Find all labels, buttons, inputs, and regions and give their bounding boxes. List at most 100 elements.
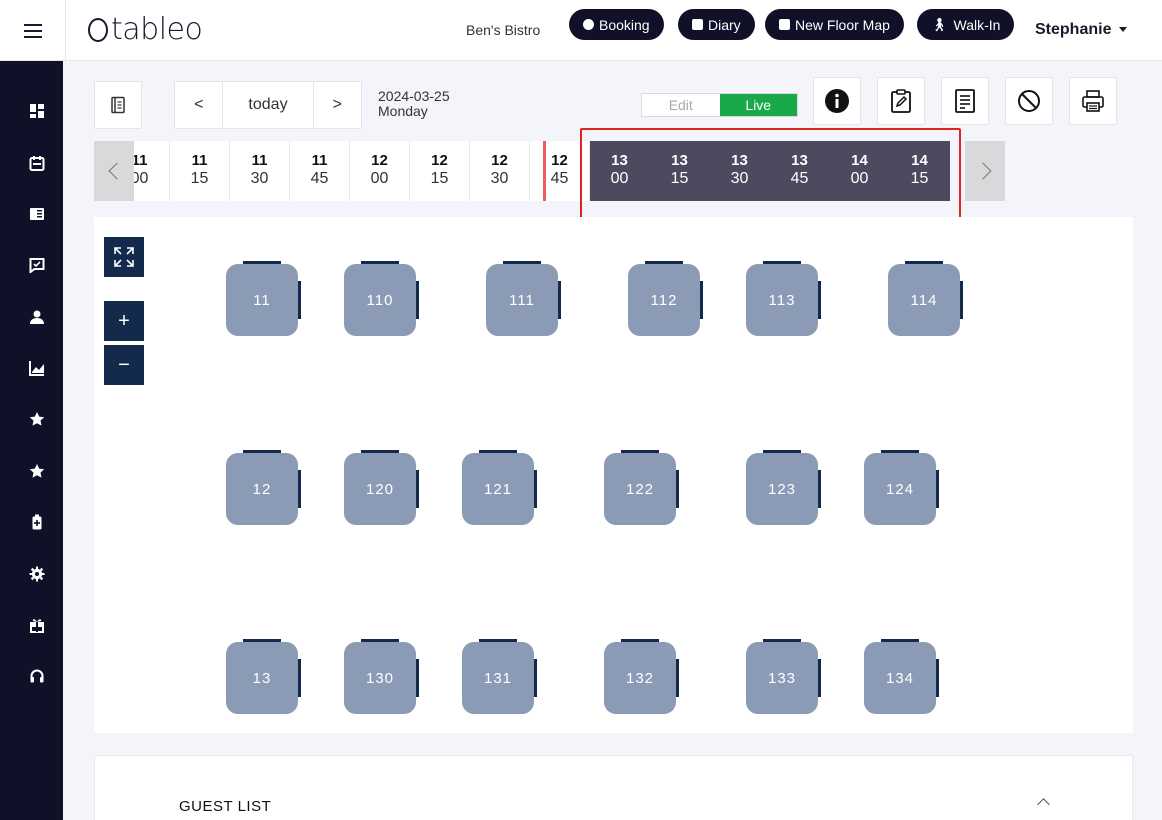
table[interactable]: 112	[628, 261, 703, 336]
table[interactable]: 132	[604, 639, 679, 714]
table-number: 130	[344, 642, 416, 714]
fullscreen-button[interactable]	[104, 237, 144, 277]
time-slot[interactable]: 11 15	[170, 141, 230, 201]
table[interactable]: 133	[746, 639, 821, 714]
time-slot-selected[interactable]: 13 30	[710, 141, 770, 201]
table-number: 12	[226, 453, 298, 525]
time-slot-selected[interactable]: 14 00	[830, 141, 890, 201]
dashboard-icon[interactable]	[29, 103, 45, 119]
table-number: 110	[344, 264, 416, 336]
battery-icon[interactable]	[29, 514, 45, 530]
gift-icon[interactable]	[29, 617, 45, 633]
chat-check-icon[interactable]	[29, 257, 45, 273]
booking-button-label: Booking	[599, 16, 650, 33]
star-icon[interactable]	[29, 411, 45, 427]
table[interactable]: 124	[864, 450, 939, 525]
walk-in-button-label: Walk-In	[953, 16, 1001, 33]
calendar-icon[interactable]	[29, 155, 45, 171]
timeline-next-button[interactable]	[965, 141, 1005, 201]
print-button[interactable]	[1069, 77, 1117, 125]
chevron-left-icon	[108, 162, 125, 180]
diary-button[interactable]: Diary	[678, 9, 755, 40]
notebook-button[interactable]	[94, 81, 142, 129]
zoom-in-button[interactable]: +	[104, 301, 144, 341]
table-number: 13	[226, 642, 298, 714]
minus-icon: −	[118, 353, 130, 376]
info-button[interactable]	[813, 77, 861, 125]
table[interactable]: 113	[746, 261, 821, 336]
top-bar: tableo Ben's Bistro Booking Diary New Fl…	[0, 0, 1162, 61]
user-menu[interactable]: Stephanie	[1035, 21, 1128, 39]
user-name: Stephanie	[1035, 21, 1112, 38]
logo-text: tableo	[111, 12, 203, 47]
table-number: 123	[746, 453, 818, 525]
time-slot-selected[interactable]: 13 45	[770, 141, 830, 201]
table[interactable]: 111	[486, 261, 561, 336]
time-slot[interactable]: 11 45	[290, 141, 350, 201]
table[interactable]: 110	[344, 261, 419, 336]
person-icon[interactable]	[29, 309, 45, 325]
table-number: 121	[462, 453, 534, 525]
today-button[interactable]: today	[222, 82, 314, 128]
clipboard-button[interactable]	[877, 77, 925, 125]
weekday-value: Monday	[378, 103, 428, 119]
table[interactable]: 121	[462, 450, 537, 525]
timeline: 11 00 11 15 11 30 11 45 12 00 12 15 12 30 12 45 …	[94, 141, 1005, 201]
guest-list-title: GUEST LIST	[179, 798, 272, 815]
prev-day-button[interactable]: <	[175, 82, 222, 128]
block-icon	[1018, 90, 1040, 112]
report-icon	[955, 89, 975, 113]
block-button[interactable]	[1005, 77, 1053, 125]
report-button[interactable]	[941, 77, 989, 125]
next-day-button[interactable]: >	[314, 82, 361, 128]
hamburger-icon	[23, 22, 42, 40]
chevron-right-icon	[974, 162, 991, 180]
logo: tableo	[88, 12, 203, 47]
plus-circle-icon	[583, 19, 594, 30]
table-number: 131	[462, 642, 534, 714]
table-number: 133	[746, 642, 818, 714]
live-mode-button[interactable]: Live	[719, 94, 797, 116]
table[interactable]: 114	[888, 261, 963, 336]
new-floor-map-button-label: New Floor Map	[795, 16, 890, 33]
printer-icon	[1082, 90, 1104, 112]
time-slot-selected[interactable]: 13 00	[590, 141, 650, 201]
time-slot[interactable]: 12 00	[350, 141, 410, 201]
star-icon[interactable]	[29, 463, 45, 479]
gear-icon[interactable]	[29, 566, 45, 582]
time-slot[interactable]: 12 45	[530, 141, 590, 201]
headset-icon[interactable]	[29, 668, 45, 684]
chevron-up-icon[interactable]	[1037, 798, 1050, 811]
chart-icon[interactable]	[29, 360, 45, 376]
clipboard-edit-icon	[891, 89, 911, 113]
table[interactable]: 12	[226, 450, 301, 525]
notebook-icon	[111, 96, 125, 114]
table-number: 112	[628, 264, 700, 336]
table[interactable]: 130	[344, 639, 419, 714]
time-slot[interactable]: 11 30	[230, 141, 290, 201]
table[interactable]: 13	[226, 639, 301, 714]
menu-button[interactable]	[0, 0, 66, 61]
time-slot[interactable]: 12 30	[470, 141, 530, 201]
guest-list-panel: GUEST LIST	[94, 755, 1133, 820]
time-slot[interactable]: 12 15	[410, 141, 470, 201]
edit-mode-button[interactable]: Edit	[642, 94, 720, 116]
table[interactable]: 11	[226, 261, 301, 336]
table-number: 134	[864, 642, 936, 714]
table-number: 122	[604, 453, 676, 525]
book-icon[interactable]	[29, 206, 45, 222]
time-slot-selected[interactable]: 14 15	[890, 141, 950, 201]
table[interactable]: 122	[604, 450, 679, 525]
booking-button[interactable]: Booking	[569, 9, 664, 40]
zoom-out-button[interactable]: −	[104, 345, 144, 385]
table[interactable]: 123	[746, 450, 821, 525]
table-number: 111	[486, 264, 558, 336]
current-time-indicator	[543, 141, 546, 201]
table[interactable]: 131	[462, 639, 537, 714]
new-floor-map-button[interactable]: New Floor Map	[765, 9, 904, 40]
walk-in-button[interactable]: 🚶︎ Walk-In	[917, 9, 1015, 40]
time-slot-selected[interactable]: 13 15	[650, 141, 710, 201]
timeline-prev-button[interactable]	[94, 141, 134, 201]
table[interactable]: 134	[864, 639, 939, 714]
table[interactable]: 120	[344, 450, 419, 525]
